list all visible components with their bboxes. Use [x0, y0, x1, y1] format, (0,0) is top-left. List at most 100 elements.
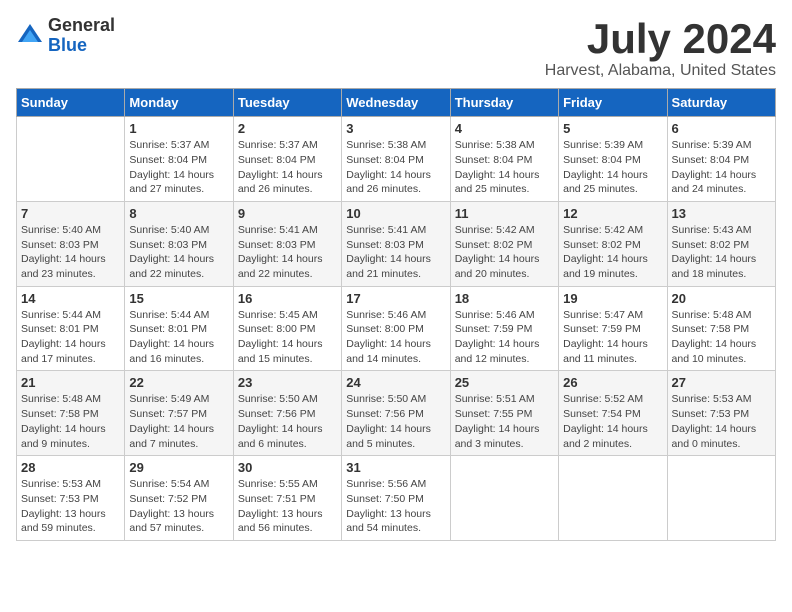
day-cell: 19 Sunrise: 5:47 AMSunset: 7:59 PMDayligh…	[559, 286, 667, 371]
day-number: 22	[129, 375, 228, 390]
day-number: 18	[455, 291, 554, 306]
main-title: July 2024	[545, 16, 776, 62]
day-info: Sunrise: 5:49 AMSunset: 7:57 PMDaylight:…	[129, 392, 228, 451]
day-cell: 6 Sunrise: 5:39 AMSunset: 8:04 PMDaylight…	[667, 117, 775, 202]
day-info: Sunrise: 5:42 AMSunset: 8:02 PMDaylight:…	[563, 223, 662, 282]
day-cell: 27Sunrise: 5:53 AMSunset: 7:53 PMDayligh…	[667, 371, 775, 456]
logo: General Blue	[16, 16, 115, 56]
day-cell: 21 Sunrise: 5:48 AMSunset: 7:58 PMDayligh…	[17, 371, 125, 456]
subtitle: Harvest, Alabama, United States	[545, 62, 776, 80]
day-cell: 24 Sunrise: 5:50 AMSunset: 7:56 PMDayligh…	[342, 371, 450, 456]
day-info: Sunrise: 5:46 AMSunset: 8:00 PMDaylight:…	[346, 308, 445, 367]
day-info: Sunrise: 5:50 AMSunset: 7:56 PMDaylight:…	[346, 392, 445, 451]
day-info: Sunrise: 5:46 AMSunset: 7:59 PMDaylight:…	[455, 308, 554, 367]
day-cell	[17, 117, 125, 202]
day-cell: 9 Sunrise: 5:41 AMSunset: 8:03 PMDaylight…	[233, 201, 341, 286]
day-number: 26	[563, 375, 662, 390]
day-cell: 10 Sunrise: 5:41 AMSunset: 8:03 PMDayligh…	[342, 201, 450, 286]
day-cell: 22 Sunrise: 5:49 AMSunset: 7:57 PMDayligh…	[125, 371, 233, 456]
day-cell: 2 Sunrise: 5:37 AMSunset: 8:04 PMDaylight…	[233, 117, 341, 202]
day-number: 15	[129, 291, 228, 306]
day-cell: 4Sunrise: 5:38 AMSunset: 8:04 PMDaylight…	[450, 117, 558, 202]
day-info: Sunrise: 5:44 AMSunset: 8:01 PMDaylight:…	[21, 308, 120, 367]
day-number: 29	[129, 460, 228, 475]
day-cell: 31 Sunrise: 5:56 AMSunset: 7:50 PMDayligh…	[342, 456, 450, 541]
day-number: 11	[455, 206, 554, 221]
week-row-3: 21 Sunrise: 5:48 AMSunset: 7:58 PMDayligh…	[17, 371, 776, 456]
calendar-header: SundayMondayTuesdayWednesdayThursdayFrid…	[17, 89, 776, 117]
week-row-2: 14 Sunrise: 5:44 AMSunset: 8:01 PMDayligh…	[17, 286, 776, 371]
logo-general: General	[48, 16, 115, 36]
day-cell: 11 Sunrise: 5:42 AMSunset: 8:02 PMDayligh…	[450, 201, 558, 286]
day-cell: 3Sunrise: 5:38 AMSunset: 8:04 PMDaylight…	[342, 117, 450, 202]
header-cell-wednesday: Wednesday	[342, 89, 450, 117]
header-cell-sunday: Sunday	[17, 89, 125, 117]
day-number: 9	[238, 206, 337, 221]
day-cell: 16Sunrise: 5:45 AMSunset: 8:00 PMDayligh…	[233, 286, 341, 371]
day-info: Sunrise: 5:43 AMSunset: 8:02 PMDaylight:…	[672, 223, 771, 282]
day-cell: 13 Sunrise: 5:43 AMSunset: 8:02 PMDayligh…	[667, 201, 775, 286]
day-cell: 25 Sunrise: 5:51 AMSunset: 7:55 PMDayligh…	[450, 371, 558, 456]
day-info: Sunrise: 5:45 AMSunset: 8:00 PMDaylight:…	[238, 308, 337, 367]
day-cell: 1Sunrise: 5:37 AMSunset: 8:04 PMDaylight…	[125, 117, 233, 202]
day-cell: 18 Sunrise: 5:46 AMSunset: 7:59 PMDayligh…	[450, 286, 558, 371]
day-info: Sunrise: 5:40 AMSunset: 8:03 PMDaylight:…	[129, 223, 228, 282]
day-cell: 8Sunrise: 5:40 AMSunset: 8:03 PMDaylight…	[125, 201, 233, 286]
day-info: Sunrise: 5:42 AMSunset: 8:02 PMDaylight:…	[455, 223, 554, 282]
week-row-4: 28Sunrise: 5:53 AMSunset: 7:53 PMDayligh…	[17, 456, 776, 541]
day-info: Sunrise: 5:50 AMSunset: 7:56 PMDaylight:…	[238, 392, 337, 451]
day-number: 10	[346, 206, 445, 221]
day-cell: 5 Sunrise: 5:39 AMSunset: 8:04 PMDaylight…	[559, 117, 667, 202]
day-number: 12	[563, 206, 662, 221]
day-number: 13	[672, 206, 771, 221]
day-number: 31	[346, 460, 445, 475]
day-cell	[450, 456, 558, 541]
header-cell-saturday: Saturday	[667, 89, 775, 117]
day-cell	[667, 456, 775, 541]
day-number: 24	[346, 375, 445, 390]
calendar-table: SundayMondayTuesdayWednesdayThursdayFrid…	[16, 88, 776, 541]
day-info: Sunrise: 5:48 AMSunset: 7:58 PMDaylight:…	[672, 308, 771, 367]
day-cell: 23 Sunrise: 5:50 AMSunset: 7:56 PMDayligh…	[233, 371, 341, 456]
day-info: Sunrise: 5:40 AMSunset: 8:03 PMDaylight:…	[21, 223, 120, 282]
day-info: Sunrise: 5:55 AMSunset: 7:51 PMDaylight:…	[238, 477, 337, 536]
day-number: 2	[238, 121, 337, 136]
logo-blue: Blue	[48, 36, 115, 56]
day-cell: 17 Sunrise: 5:46 AMSunset: 8:00 PMDayligh…	[342, 286, 450, 371]
day-info: Sunrise: 5:41 AMSunset: 8:03 PMDaylight:…	[346, 223, 445, 282]
day-cell: 30 Sunrise: 5:55 AMSunset: 7:51 PMDayligh…	[233, 456, 341, 541]
day-cell: 20 Sunrise: 5:48 AMSunset: 7:58 PMDayligh…	[667, 286, 775, 371]
day-info: Sunrise: 5:41 AMSunset: 8:03 PMDaylight:…	[238, 223, 337, 282]
day-info: Sunrise: 5:39 AMSunset: 8:04 PMDaylight:…	[672, 138, 771, 197]
day-info: Sunrise: 5:47 AMSunset: 7:59 PMDaylight:…	[563, 308, 662, 367]
day-number: 19	[563, 291, 662, 306]
day-cell: 7Sunrise: 5:40 AMSunset: 8:03 PMDaylight…	[17, 201, 125, 286]
day-info: Sunrise: 5:56 AMSunset: 7:50 PMDaylight:…	[346, 477, 445, 536]
day-info: Sunrise: 5:37 AMSunset: 8:04 PMDaylight:…	[238, 138, 337, 197]
header-row: SundayMondayTuesdayWednesdayThursdayFrid…	[17, 89, 776, 117]
header-cell-thursday: Thursday	[450, 89, 558, 117]
day-number: 21	[21, 375, 120, 390]
day-info: Sunrise: 5:51 AMSunset: 7:55 PMDaylight:…	[455, 392, 554, 451]
day-number: 4	[455, 121, 554, 136]
header: General Blue July 2024 Harvest, Alabama,…	[16, 16, 776, 80]
logo-icon	[16, 22, 44, 50]
day-info: Sunrise: 5:48 AMSunset: 7:58 PMDaylight:…	[21, 392, 120, 451]
day-number: 6	[672, 121, 771, 136]
day-number: 17	[346, 291, 445, 306]
day-number: 5	[563, 121, 662, 136]
day-number: 14	[21, 291, 120, 306]
day-cell	[559, 456, 667, 541]
day-info: Sunrise: 5:39 AMSunset: 8:04 PMDaylight:…	[563, 138, 662, 197]
week-row-0: 1 Sunrise: 5:37 AMSunset: 8:04 PMDaylight…	[17, 117, 776, 202]
day-number: 30	[238, 460, 337, 475]
day-number: 1	[129, 121, 228, 136]
day-cell: 29 Sunrise: 5:54 AMSunset: 7:52 PMDayligh…	[125, 456, 233, 541]
day-number: 25	[455, 375, 554, 390]
day-cell: 15Sunrise: 5:44 AMSunset: 8:01 PMDayligh…	[125, 286, 233, 371]
day-number: 20	[672, 291, 771, 306]
day-cell: 14 Sunrise: 5:44 AMSunset: 8:01 PMDayligh…	[17, 286, 125, 371]
header-cell-tuesday: Tuesday	[233, 89, 341, 117]
day-number: 23	[238, 375, 337, 390]
day-info: Sunrise: 5:54 AMSunset: 7:52 PMDaylight:…	[129, 477, 228, 536]
